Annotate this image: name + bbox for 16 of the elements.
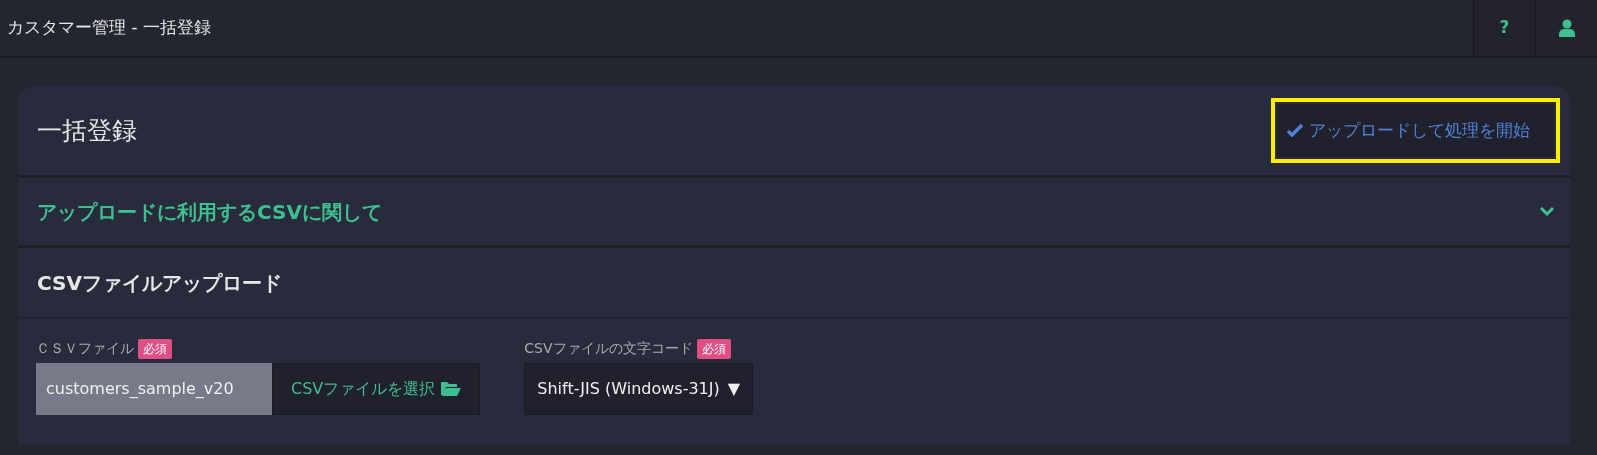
required-tag: 必須 [696, 338, 731, 359]
encoding-select[interactable]: Shift-JIS (Windows-31J) ▼ [524, 363, 754, 415]
section-title: CSVファイルアップロード [18, 248, 1570, 318]
choose-file-button[interactable]: CSVファイルを選択 [272, 363, 481, 415]
field-label: ＣＳＶファイル [36, 339, 134, 358]
page-title: カスタマー管理 - 一括登録 [6, 16, 212, 40]
required-tag: 必須 [138, 338, 172, 359]
file-name-field[interactable]: customers_sample_v20 [36, 363, 272, 415]
accordion-header[interactable]: アップロードに利用するCSVに関して [18, 178, 1570, 248]
user-icon [1558, 19, 1575, 37]
folder-icon [441, 381, 462, 397]
check-icon [1287, 124, 1303, 137]
chevron-icon [1540, 207, 1554, 216]
field-label: CSVファイルの文字コード [524, 339, 693, 358]
card-title: 一括登録 [37, 114, 137, 147]
start-upload-button[interactable]: アップロードして処理を開始 [1277, 103, 1554, 158]
